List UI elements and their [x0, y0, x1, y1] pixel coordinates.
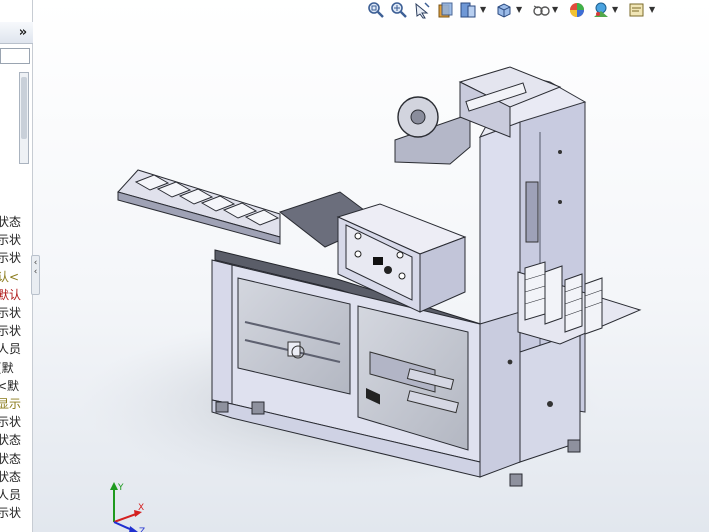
tree-item[interactable]: 状态 — [0, 451, 25, 468]
tree-item[interactable]: 示状 — [0, 323, 25, 340]
filter-input[interactable] — [0, 48, 30, 64]
tree-item[interactable]: 示状 — [0, 414, 25, 431]
tree-item[interactable]: 示状 — [0, 250, 25, 267]
zoom-to-area-icon[interactable] — [390, 1, 408, 19]
tree-scrollbar[interactable] — [19, 72, 29, 164]
tree-item[interactable]: 状态 — [0, 432, 25, 449]
tree-item[interactable]: 人员 — [0, 487, 25, 504]
tree-item[interactable]: 示状 — [0, 505, 25, 522]
y-axis-label: Y — [117, 483, 124, 493]
feature-manager-pane: » 状态示状示状认<默认示状示状人员(默<默显示示状状态状态状态人员示状 — [0, 0, 33, 532]
apply-scene-icon[interactable] — [592, 1, 610, 19]
tree-item[interactable]: 认< — [0, 269, 25, 286]
view-settings-icon[interactable] — [628, 1, 646, 19]
pane-splitter[interactable]: ‹ ‹ — [31, 255, 40, 295]
view-settings-dropdown[interactable]: ▼ — [649, 6, 657, 14]
display-style-dropdown[interactable]: ▼ — [516, 6, 524, 14]
tree-item[interactable]: <默 — [0, 378, 25, 395]
z-axis-label: Z — [139, 527, 145, 532]
tree-item[interactable]: 示状 — [0, 305, 25, 322]
tree-item[interactable]: 示状 — [0, 232, 25, 249]
pane-tab-strip: » — [0, 22, 33, 44]
tree-item[interactable]: (默 — [0, 360, 25, 377]
tree-item[interactable]: 人员 — [0, 341, 25, 358]
view-orientation-icon[interactable] — [459, 1, 477, 19]
section-view-icon[interactable] — [436, 1, 454, 19]
hide-show-items-icon[interactable] — [532, 1, 550, 19]
expand-tabs-button[interactable]: » — [16, 25, 30, 41]
previous-view-icon[interactable] — [413, 1, 431, 19]
apply-scene-dropdown[interactable]: ▼ — [612, 6, 620, 14]
zoom-to-fit-icon[interactable] — [367, 1, 385, 19]
tree-item[interactable]: 显示 — [0, 396, 25, 413]
view-orientation-dropdown[interactable]: ▼ — [480, 6, 488, 14]
hide-show-dropdown[interactable]: ▼ — [552, 6, 560, 14]
axis-triad: Y X Z — [102, 480, 148, 532]
edit-appearance-icon[interactable] — [568, 1, 586, 19]
tree-item[interactable]: 状态 — [0, 214, 25, 231]
display-style-icon[interactable] — [495, 1, 513, 19]
scrollbar-thumb[interactable] — [21, 77, 27, 139]
tree-item[interactable]: 状态 — [0, 469, 25, 486]
tree-item[interactable]: 默认 — [0, 287, 25, 304]
collapse-arrow-icon: ‹ — [33, 267, 38, 277]
machine-assembly-model[interactable] — [40, 22, 709, 532]
x-axis-label: X — [138, 503, 144, 513]
graphics-area[interactable]: Y X Z — [40, 22, 709, 532]
heads-up-view-toolbar: ▼ ▼ ▼ ▼ ▼ — [366, 0, 666, 20]
